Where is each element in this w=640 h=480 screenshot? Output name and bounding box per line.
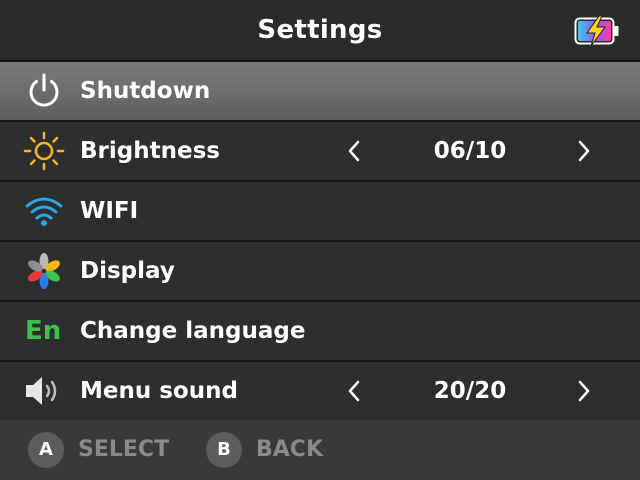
page-title: Settings xyxy=(257,15,383,45)
menu-item-label: WIFI xyxy=(80,198,139,224)
speaker-icon xyxy=(26,377,57,405)
header-bar: Settings xyxy=(0,0,640,62)
button-hints-bar: A SELECT B BACK xyxy=(0,420,640,480)
menu-item-label: Menu sound xyxy=(80,378,238,404)
chevron-right-icon[interactable] xyxy=(574,139,594,163)
sun-icon xyxy=(23,131,65,171)
menu-sound-value: 20/20 xyxy=(433,378,507,404)
menu-item-change-language[interactable]: En Change language xyxy=(0,302,640,362)
battery-charging-icon xyxy=(574,16,619,46)
menu-item-shutdown[interactable]: Shutdown xyxy=(0,62,640,122)
settings-menu: Shutdown Brightness 06/10 WIFI Display E… xyxy=(0,62,640,422)
a-button-icon: A xyxy=(28,432,64,468)
menu-item-label: Display xyxy=(80,258,175,284)
settings-screen: Settings Shutdown Brightness 06/10 WIFI … xyxy=(0,0,640,480)
b-button-icon: B xyxy=(206,432,242,468)
power-icon xyxy=(29,73,59,107)
menu-item-brightness[interactable]: Brightness 06/10 xyxy=(0,122,640,182)
back-label: BACK xyxy=(256,437,323,462)
menu-item-wifi[interactable]: WIFI xyxy=(0,182,640,242)
language-icon: En xyxy=(25,316,62,346)
menu-item-label: Change language xyxy=(80,318,306,344)
menu-item-label: Shutdown xyxy=(80,78,211,104)
chevron-left-icon[interactable] xyxy=(344,379,364,403)
select-label: SELECT xyxy=(78,437,170,462)
menu-item-label: Brightness xyxy=(80,138,220,164)
chevron-left-icon[interactable] xyxy=(344,139,364,163)
wifi-icon xyxy=(25,197,63,226)
menu-item-menu-sound[interactable]: Menu sound 20/20 xyxy=(0,362,640,422)
chevron-right-icon[interactable] xyxy=(574,379,594,403)
menu-item-display[interactable]: Display xyxy=(0,242,640,302)
pinwheel-icon xyxy=(28,253,60,289)
brightness-value: 06/10 xyxy=(433,138,507,164)
